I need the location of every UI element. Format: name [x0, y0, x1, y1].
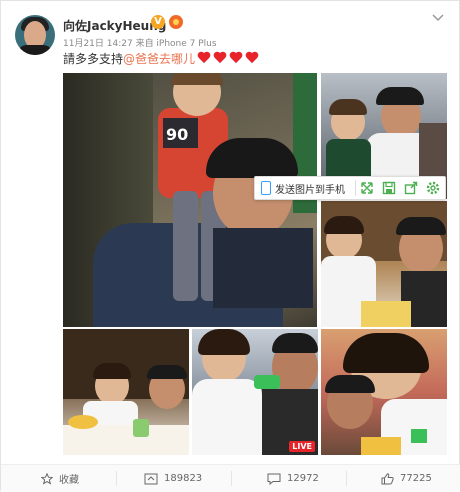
- settings-icon[interactable]: [425, 180, 441, 196]
- comment-count: 12972: [287, 473, 319, 484]
- weibo-post-card: 向佐JackyHeung V 11月21日 14:27 来自 iPhone 7 …: [0, 0, 460, 492]
- photo-3[interactable]: [321, 201, 447, 327]
- expand-icon[interactable]: [359, 180, 375, 196]
- live-badge: LIVE: [289, 441, 315, 452]
- action-bar: 收藏 189823 12972 77225: [1, 464, 460, 492]
- share-icon[interactable]: [403, 180, 419, 196]
- verified-badge-icon: V: [151, 15, 165, 29]
- medal-icon: [169, 15, 183, 29]
- image-toolbar: 发送图片到手机: [254, 176, 446, 200]
- like-button[interactable]: 77225: [381, 465, 432, 492]
- post-text-prefix: 請多多支持: [63, 52, 124, 66]
- post-text: 請多多支持@爸爸去哪儿: [63, 50, 261, 68]
- photo-6[interactable]: [321, 329, 447, 455]
- repost-count: 189823: [164, 473, 203, 484]
- heart-icon: [229, 51, 243, 65]
- chevron-down-icon[interactable]: [431, 11, 445, 25]
- photo-1[interactable]: 90: [63, 73, 317, 327]
- save-icon[interactable]: [381, 180, 397, 196]
- like-count: 77225: [400, 473, 432, 484]
- photo-5[interactable]: LIVE: [192, 329, 318, 455]
- hearts-emoji: [197, 51, 261, 68]
- post-meta: 11月21日 14:27 来自 iPhone 7 Plus: [63, 39, 217, 49]
- comment-button[interactable]: 12972: [267, 465, 319, 492]
- author-avatar[interactable]: [15, 15, 55, 55]
- star-icon: [41, 472, 53, 485]
- favorite-label: 收藏: [59, 475, 79, 486]
- phone-icon[interactable]: [261, 181, 271, 195]
- repost-button[interactable]: 189823: [144, 465, 202, 492]
- heart-icon: [245, 51, 259, 65]
- mention-link[interactable]: @爸爸去哪儿: [123, 52, 195, 66]
- repost-icon: [144, 473, 158, 484]
- heart-icon: [213, 51, 227, 65]
- photo-4[interactable]: [63, 329, 189, 455]
- comment-icon: [267, 473, 281, 485]
- heart-icon: [197, 51, 211, 65]
- favorite-button[interactable]: 收藏: [41, 465, 79, 492]
- thumbs-up-icon: [381, 472, 394, 484]
- send-to-phone-button[interactable]: 发送图片到手机: [275, 181, 345, 196]
